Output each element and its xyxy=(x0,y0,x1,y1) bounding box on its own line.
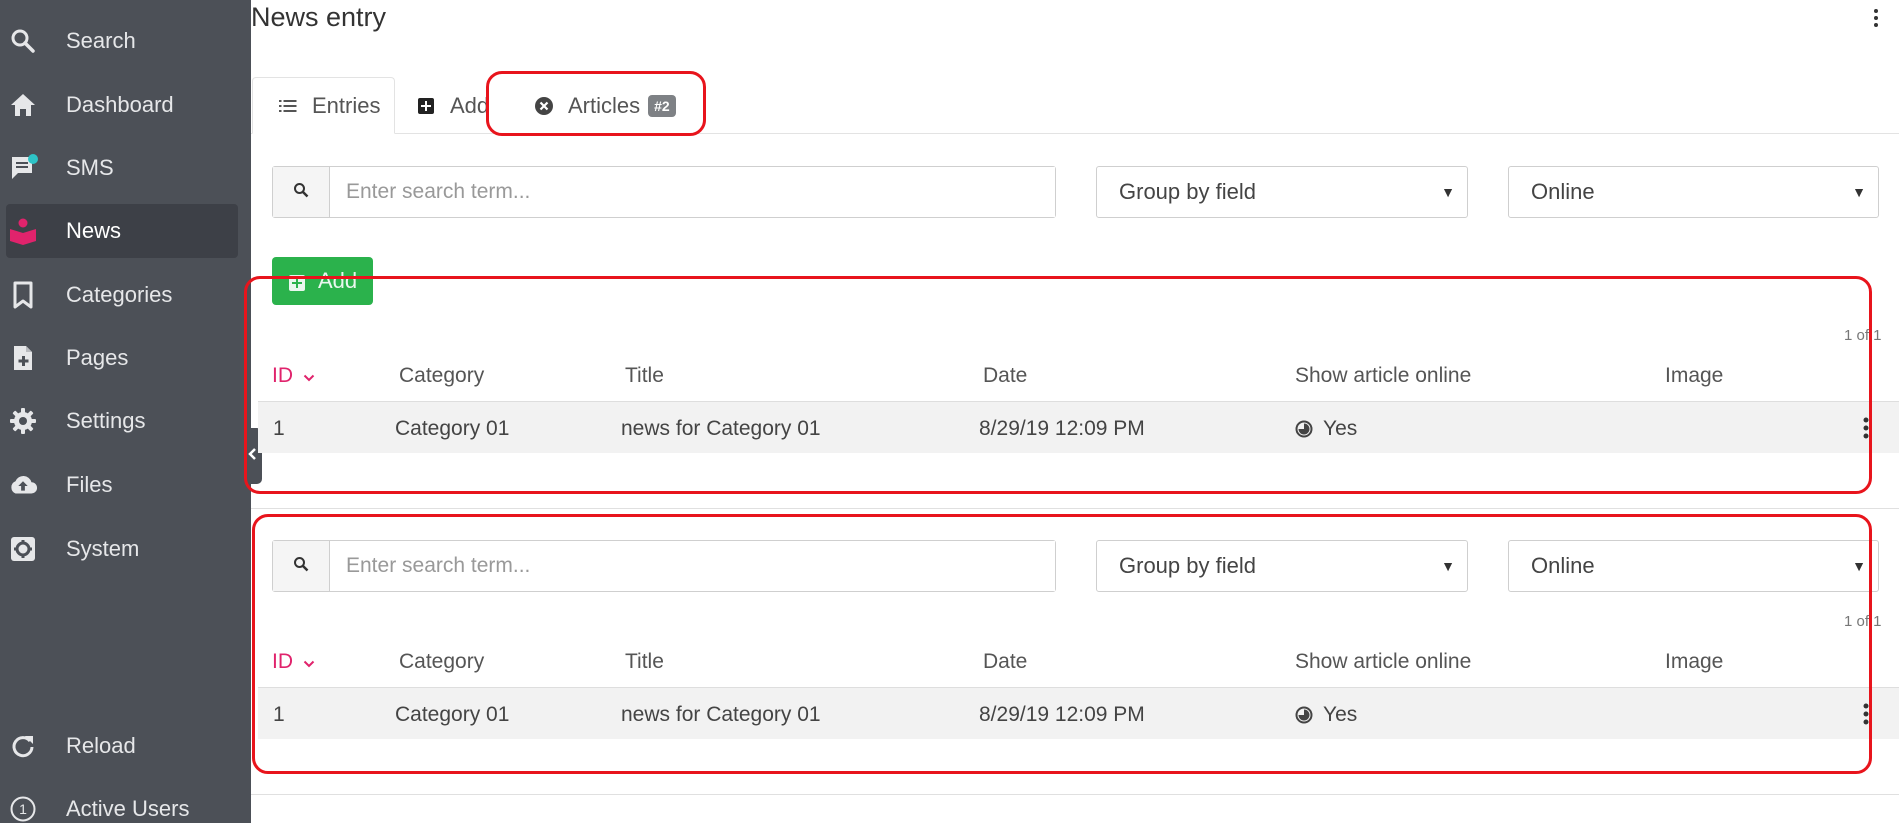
status-filter-value: Online xyxy=(1531,179,1595,204)
caret-down-icon: ▼ xyxy=(1441,184,1455,200)
home-icon xyxy=(8,90,38,120)
chat-icon xyxy=(8,153,38,183)
reload-icon xyxy=(8,731,38,761)
notification-dot xyxy=(28,154,38,164)
sidebar-item-label: Settings xyxy=(66,408,146,433)
sidebar-item-news[interactable]: News xyxy=(6,204,238,258)
more-menu-icon[interactable] xyxy=(1870,6,1882,30)
search-icon xyxy=(293,182,309,203)
group-by-value: Group by field xyxy=(1119,179,1256,204)
sidebar-item-label: News xyxy=(66,218,122,243)
sidebar: Search Dashboard SMS News Categories Pag… xyxy=(0,0,251,823)
gear-icon xyxy=(8,406,38,436)
sidebar-item-label: Reload xyxy=(66,733,136,758)
group-by-select[interactable]: Group by field ▼ xyxy=(1096,166,1468,218)
plus-square-icon xyxy=(414,94,438,118)
tab-label: Add xyxy=(450,92,490,118)
list-icon xyxy=(276,94,300,118)
sidebar-item-files[interactable]: Files xyxy=(0,458,251,512)
page-title: News entry xyxy=(251,2,387,32)
news-reader-icon xyxy=(8,216,38,246)
bookmark-icon xyxy=(8,280,38,310)
tab-add[interactable]: Add xyxy=(414,77,492,134)
sidebar-item-label: Files xyxy=(66,472,113,497)
panel-divider xyxy=(251,794,1899,795)
tab-entries[interactable]: Entries xyxy=(252,77,395,134)
svg-text:1: 1 xyxy=(19,801,27,817)
sidebar-item-label: SMS xyxy=(66,155,114,180)
annotation-outline xyxy=(252,514,1872,774)
annotation-outline xyxy=(486,71,706,136)
settings-box-icon xyxy=(8,534,38,564)
sidebar-item-label: Search xyxy=(66,28,136,53)
caret-down-icon: ▼ xyxy=(1852,184,1866,200)
search-bar xyxy=(272,166,1056,218)
tab-label: Entries xyxy=(312,92,381,118)
search-input[interactable] xyxy=(330,167,1055,217)
sidebar-item-label: Dashboard xyxy=(66,92,174,117)
sidebar-item-system[interactable]: System xyxy=(0,522,251,576)
sidebar-item-search[interactable]: Search xyxy=(0,14,251,68)
user-count-icon: 1 xyxy=(8,794,38,823)
sidebar-item-label: Categories xyxy=(66,282,173,307)
cloud-upload-icon xyxy=(8,470,38,500)
sidebar-item-label: Active Users xyxy=(66,796,190,821)
sidebar-item-reload[interactable]: Reload xyxy=(0,719,251,773)
panel-divider xyxy=(251,508,1899,509)
file-plus-icon xyxy=(8,343,38,373)
sidebar-item-pages[interactable]: Pages xyxy=(0,331,251,385)
status-filter-select[interactable]: Online ▼ xyxy=(1508,166,1879,218)
search-icon xyxy=(8,26,38,56)
sidebar-item-sms[interactable]: SMS xyxy=(0,141,251,195)
sidebar-item-label: System xyxy=(66,536,140,561)
sidebar-item-active-users[interactable]: 1 Active Users xyxy=(0,782,251,823)
search-button[interactable] xyxy=(273,167,330,217)
sidebar-item-categories[interactable]: Categories xyxy=(0,268,251,322)
annotation-outline xyxy=(244,276,1872,494)
sidebar-item-dashboard[interactable]: Dashboard xyxy=(0,78,251,132)
sidebar-item-settings[interactable]: Settings xyxy=(0,394,251,448)
sidebar-item-label: Pages xyxy=(66,345,129,370)
